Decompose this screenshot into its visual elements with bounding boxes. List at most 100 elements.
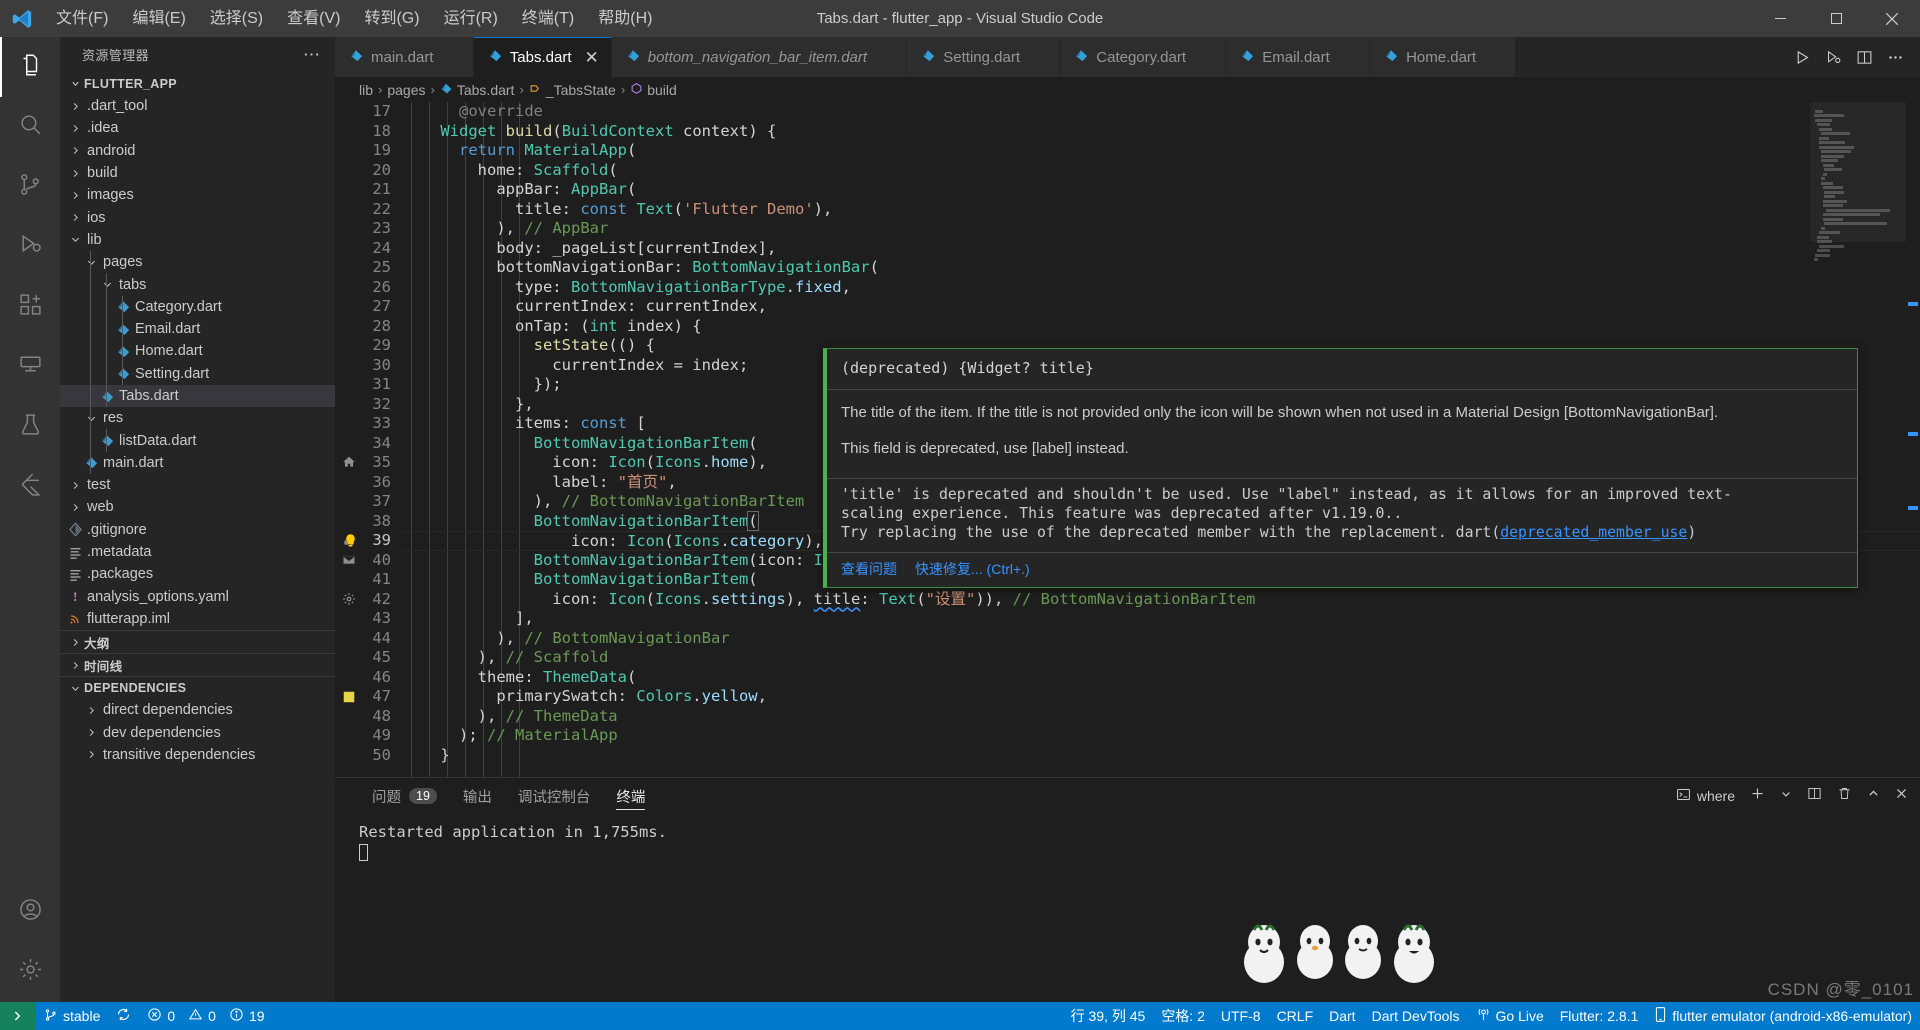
- editor-more-actions-icon[interactable]: [1887, 49, 1904, 66]
- editor-tab-email[interactable]: Email.dart✕: [1226, 37, 1370, 77]
- dependency-item-direct-dependencies[interactable]: direct dependencies: [60, 699, 335, 721]
- code-line[interactable]: ); // MaterialApp: [403, 726, 1920, 746]
- menu-bar[interactable]: 文件(F) 编辑(E) 选择(S) 查看(V) 转到(G) 运行(R) 终端(T…: [44, 5, 664, 33]
- minimize-button[interactable]: [1752, 0, 1808, 37]
- problems-item[interactable]: 0 0 19: [139, 1002, 272, 1030]
- code-line[interactable]: primarySwatch: Colors.yellow,: [403, 687, 1920, 707]
- editor-tabs[interactable]: main.dart✕Tabs.dart✕bottom_navigation_ba…: [335, 37, 1778, 77]
- activity-settings[interactable]: [0, 942, 60, 1002]
- breadcrumb-pages[interactable]: pages: [387, 82, 425, 98]
- eol-item[interactable]: CRLF: [1269, 1002, 1322, 1030]
- git-branch-item[interactable]: stable: [36, 1002, 108, 1030]
- tree-item-main-dart[interactable]: main.dart: [60, 452, 335, 474]
- tree-item-lib[interactable]: lib: [60, 229, 335, 251]
- code-line[interactable]: ), // BottomNavigationBar: [403, 629, 1920, 649]
- split-editor-button[interactable]: [1856, 49, 1873, 66]
- activity-testing[interactable]: [0, 397, 60, 457]
- breadcrumb[interactable]: lib › pages › Tabs.dart › _TabsState: [335, 77, 1920, 102]
- activity-search[interactable]: [0, 97, 60, 157]
- tree-item-idea[interactable]: .idea: [60, 117, 335, 139]
- tree-item-test[interactable]: test: [60, 474, 335, 496]
- menu-file[interactable]: 文件(F): [44, 5, 120, 33]
- maximize-panel-button[interactable]: [1867, 787, 1880, 805]
- tree-item-ios[interactable]: ios: [60, 206, 335, 228]
- sync-item[interactable]: [108, 1002, 139, 1030]
- editor-tab-setting[interactable]: Setting.dart✕: [907, 37, 1060, 77]
- code-line[interactable]: @override: [403, 102, 1920, 122]
- menu-selection[interactable]: 选择(S): [198, 5, 275, 33]
- indentation-item[interactable]: 空格: 2: [1153, 1002, 1213, 1030]
- tree-item-tabs[interactable]: tabs: [60, 273, 335, 295]
- tree-item-analysis-options-yaml[interactable]: !analysis_options.yaml: [60, 586, 335, 608]
- remote-indicator[interactable]: [0, 1002, 36, 1030]
- breadcrumb-class[interactable]: _TabsState: [529, 82, 616, 98]
- editor-tab-bottom_navigation_bar_item[interactable]: bottom_navigation_bar_item.dart✕: [612, 37, 908, 77]
- quick-fix-lightbulb-icon[interactable]: [343, 533, 358, 554]
- editor-scrollbar[interactable]: [1906, 102, 1920, 777]
- editor-tab-tabs[interactable]: Tabs.dart✕: [474, 37, 612, 77]
- activity-remote-explorer[interactable]: [0, 337, 60, 397]
- sidebar-collapsed-sections[interactable]: 大纲时间线DEPENDENCIESdirect dependenciesdev …: [60, 630, 335, 766]
- flutter-version-item[interactable]: Flutter: 2.8.1: [1552, 1002, 1647, 1030]
- code-line[interactable]: theme: ThemeData(: [403, 668, 1920, 688]
- tree-item-packages[interactable]: .packages: [60, 563, 335, 585]
- sidebar-more-actions-icon[interactable]: ⋯: [303, 50, 321, 60]
- code-line[interactable]: appBar: AppBar(: [403, 180, 1920, 200]
- deprecated-member-use-link[interactable]: deprecated_member_use: [1500, 524, 1687, 541]
- activity-source-control[interactable]: [0, 157, 60, 217]
- new-terminal-button[interactable]: [1750, 786, 1765, 806]
- go-live-item[interactable]: Go Live: [1468, 1002, 1552, 1030]
- run-debug-button[interactable]: [1825, 49, 1842, 66]
- view-problem-link[interactable]: 查看问题: [841, 559, 897, 579]
- activity-explorer[interactable]: [0, 37, 60, 97]
- tree-item-pages[interactable]: pages: [60, 251, 335, 273]
- code-line[interactable]: return MaterialApp(: [403, 141, 1920, 161]
- dart-devtools-item[interactable]: Dart DevTools: [1364, 1002, 1468, 1030]
- tree-item-android[interactable]: android: [60, 140, 335, 162]
- activity-flutter[interactable]: [0, 457, 60, 517]
- editor-tab-main[interactable]: main.dart✕: [335, 37, 474, 77]
- tree-item-gitignore[interactable]: .gitignore: [60, 519, 335, 541]
- encoding-item[interactable]: UTF-8: [1213, 1002, 1269, 1030]
- window-controls[interactable]: [1752, 0, 1920, 37]
- panel-tab-output[interactable]: 输出: [450, 778, 505, 814]
- split-terminal-button[interactable]: [1807, 786, 1822, 806]
- tree-item-home-dart[interactable]: Home.dart: [60, 340, 335, 362]
- tree-item-images[interactable]: images: [60, 184, 335, 206]
- activity-accounts[interactable]: [0, 882, 60, 942]
- code-line[interactable]: ), // AppBar: [403, 219, 1920, 239]
- editor-tab-category[interactable]: Category.dart✕: [1060, 37, 1226, 77]
- editor-glyph-margin[interactable]: [335, 102, 361, 777]
- code-line[interactable]: currentIndex: currentIndex,: [403, 297, 1920, 317]
- code-line[interactable]: ), // Scaffold: [403, 648, 1920, 668]
- file-tree[interactable]: .dart_tool.ideaandroidbuildimagesioslibp…: [60, 95, 335, 630]
- kill-terminal-button[interactable]: [1837, 786, 1852, 806]
- quick-fix-link[interactable]: 快速修复... (Ctrl+.): [915, 559, 1030, 579]
- close-panel-button[interactable]: [1895, 787, 1908, 805]
- code-line[interactable]: ), // ThemeData: [403, 707, 1920, 727]
- menu-terminal[interactable]: 终端(T): [510, 5, 586, 33]
- close-button[interactable]: [1864, 0, 1920, 37]
- menu-view[interactable]: 查看(V): [275, 5, 352, 33]
- section-timeline[interactable]: 时间线: [60, 653, 335, 676]
- minimap-slider[interactable]: [1810, 102, 1906, 242]
- breadcrumb-lib[interactable]: lib: [359, 82, 373, 98]
- code-line[interactable]: type: BottomNavigationBarType.fixed,: [403, 278, 1920, 298]
- dependency-item-transitive-dependencies[interactable]: transitive dependencies: [60, 744, 335, 766]
- tree-item-res[interactable]: res: [60, 407, 335, 429]
- code-line[interactable]: bottomNavigationBar: BottomNavigationBar…: [403, 258, 1920, 278]
- sidebar-tree-scroll[interactable]: FLUTTER_APP .dart_tool.ideaandroidbuildi…: [60, 72, 335, 1002]
- code-line[interactable]: ],: [403, 609, 1920, 629]
- code-line[interactable]: title: const Text('Flutter Demo'),: [403, 200, 1920, 220]
- breadcrumb-file[interactable]: Tabs.dart: [440, 82, 515, 98]
- menu-edit[interactable]: 编辑(E): [120, 5, 197, 33]
- code-line[interactable]: }: [403, 746, 1920, 766]
- terminal-output[interactable]: Restarted application in 1,755ms.: [335, 814, 1920, 1002]
- code-line[interactable]: icon: Icon(Icons.settings), title: Text(…: [403, 590, 1920, 610]
- device-selector-item[interactable]: flutter emulator (android-x86-emulator): [1646, 1002, 1920, 1030]
- panel-tab-problems[interactable]: 问题 19: [359, 778, 450, 814]
- hover-tooltip[interactable]: (deprecated) {Widget? title} The title o…: [823, 348, 1858, 588]
- tree-item-dart-tool[interactable]: .dart_tool: [60, 95, 335, 117]
- panel-tab-debug-console[interactable]: 调试控制台: [505, 778, 604, 814]
- code-line[interactable]: body: _pageList[currentIndex],: [403, 239, 1920, 259]
